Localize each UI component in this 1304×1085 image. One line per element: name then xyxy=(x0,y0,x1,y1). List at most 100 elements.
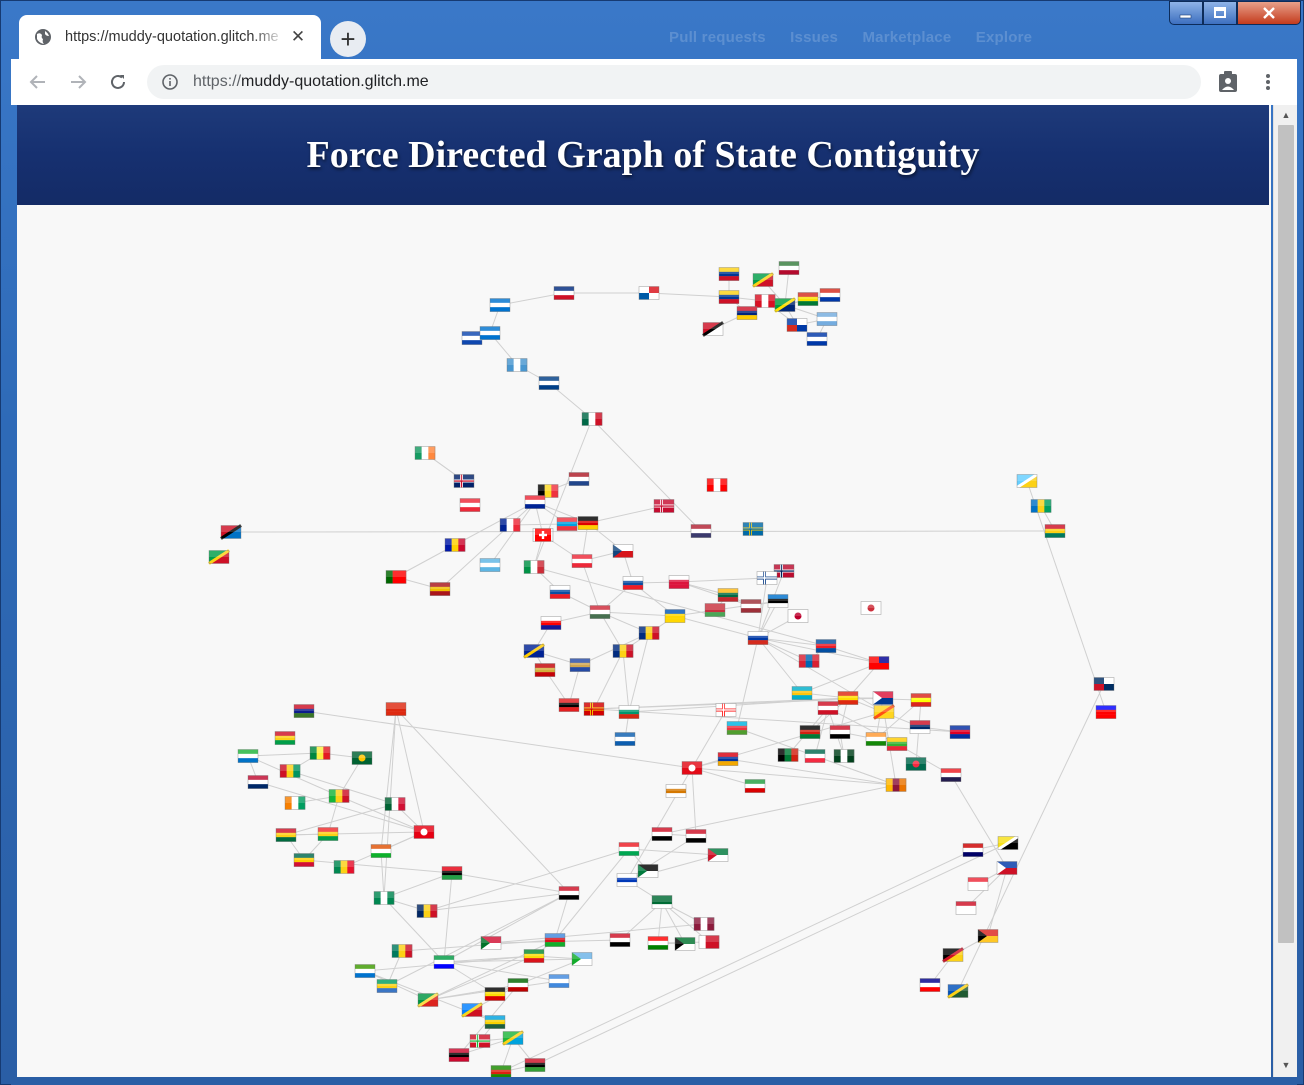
flag-node[interactable] xyxy=(977,929,999,943)
flag-node[interactable] xyxy=(532,528,554,542)
flag-node[interactable] xyxy=(429,582,451,596)
flag-node[interactable] xyxy=(886,737,908,751)
flag-node[interactable] xyxy=(208,549,230,565)
flag-node[interactable] xyxy=(507,978,529,992)
flag-node[interactable] xyxy=(524,1058,546,1072)
new-tab-button[interactable]: + xyxy=(330,21,366,57)
flag-node[interactable] xyxy=(461,331,483,345)
flag-node[interactable] xyxy=(571,554,593,568)
flag-node[interactable] xyxy=(674,937,696,951)
flag-node[interactable] xyxy=(744,779,766,793)
flag-node[interactable] xyxy=(815,639,837,653)
flag-node[interactable] xyxy=(797,292,819,306)
flag-node[interactable] xyxy=(499,518,521,532)
flag-node[interactable] xyxy=(829,725,851,739)
flag-node[interactable] xyxy=(955,901,977,915)
flag-node[interactable] xyxy=(949,725,971,739)
flag-node[interactable] xyxy=(618,842,640,856)
flag-node[interactable] xyxy=(786,318,808,332)
flag-node[interactable] xyxy=(647,936,669,950)
flag-node[interactable] xyxy=(787,609,809,623)
flag-node[interactable] xyxy=(577,516,599,530)
flag-node[interactable] xyxy=(612,644,634,658)
flag-node[interactable] xyxy=(385,570,407,584)
back-button[interactable] xyxy=(27,71,49,93)
scroll-thumb[interactable] xyxy=(1278,125,1294,943)
flag-node[interactable] xyxy=(616,873,638,887)
flag-node[interactable] xyxy=(384,797,406,811)
flag-node[interactable] xyxy=(837,691,859,705)
flag-node[interactable] xyxy=(534,663,556,677)
flag-node[interactable] xyxy=(385,702,407,716)
flag-node[interactable] xyxy=(571,952,593,966)
flag-node[interactable] xyxy=(706,478,728,492)
flag-node[interactable] xyxy=(220,524,242,540)
flag-node[interactable] xyxy=(799,725,821,739)
flag-node[interactable] xyxy=(637,864,659,878)
address-bar[interactable]: https://muddy-quotation.glitch.me xyxy=(147,65,1201,99)
force-graph[interactable] xyxy=(17,105,1271,1077)
flag-node[interactable] xyxy=(614,732,636,746)
flag-node[interactable] xyxy=(609,933,631,947)
flag-node[interactable] xyxy=(558,698,580,712)
flag-node[interactable] xyxy=(237,749,259,763)
close-tab-icon[interactable]: ✕ xyxy=(289,27,307,47)
flag-node[interactable] xyxy=(524,495,546,509)
flag-node[interactable] xyxy=(484,987,506,1001)
flag-node[interactable] xyxy=(479,326,501,340)
flag-node[interactable] xyxy=(817,701,839,715)
flag-node[interactable] xyxy=(284,796,306,810)
flag-node[interactable] xyxy=(279,764,301,778)
flag-node[interactable] xyxy=(274,731,296,745)
flag-node[interactable] xyxy=(754,294,776,308)
flag-node[interactable] xyxy=(638,626,660,640)
flag-node[interactable] xyxy=(523,560,545,574)
flag-node[interactable] xyxy=(798,654,820,668)
flag-node[interactable] xyxy=(1016,473,1038,489)
flag-node[interactable] xyxy=(704,603,726,617)
flag-node[interactable] xyxy=(885,778,907,792)
flag-node[interactable] xyxy=(558,886,580,900)
flag-node[interactable] xyxy=(484,1015,506,1029)
flag-node[interactable] xyxy=(489,298,511,312)
flag-node[interactable] xyxy=(756,571,778,585)
flag-node[interactable] xyxy=(459,498,481,512)
flag-node[interactable] xyxy=(717,752,739,766)
flag-node[interactable] xyxy=(717,588,739,602)
flag-node[interactable] xyxy=(681,761,703,775)
flag-node[interactable] xyxy=(453,474,475,488)
browser-tab-active[interactable]: https://muddy-quotation.glitch.me ✕ xyxy=(19,15,321,59)
flag-node[interactable] xyxy=(461,1002,483,1018)
flag-node[interactable] xyxy=(707,848,729,862)
flag-node[interactable] xyxy=(909,720,931,734)
flag-node[interactable] xyxy=(309,746,331,760)
scroll-down-icon[interactable]: ▼ xyxy=(1274,1057,1298,1073)
flag-node[interactable] xyxy=(618,705,640,719)
flag-node[interactable] xyxy=(919,978,941,992)
flag-node[interactable] xyxy=(441,866,463,880)
flag-node[interactable] xyxy=(860,601,882,615)
flag-node[interactable] xyxy=(996,861,1018,875)
flag-node[interactable] xyxy=(549,585,571,599)
flag-node[interactable] xyxy=(444,538,466,552)
flag-node[interactable] xyxy=(247,775,269,789)
flag-node[interactable] xyxy=(293,704,315,718)
flag-node[interactable] xyxy=(622,576,644,590)
flag-node[interactable] xyxy=(778,261,800,275)
flag-node[interactable] xyxy=(791,686,813,700)
flag-node[interactable] xyxy=(553,286,575,300)
flag-node[interactable] xyxy=(653,499,675,513)
maximize-button[interactable] xyxy=(1203,1,1237,25)
flag-node[interactable] xyxy=(806,332,828,346)
flag-node[interactable] xyxy=(523,643,545,659)
flag-node[interactable] xyxy=(469,1034,491,1048)
flag-node[interactable] xyxy=(416,904,438,918)
flag-node[interactable] xyxy=(872,691,894,705)
flag-node[interactable] xyxy=(747,631,769,645)
flag-node[interactable] xyxy=(448,1048,470,1062)
profile-button[interactable] xyxy=(1217,71,1239,93)
vertical-scrollbar[interactable]: ▲ ▼ xyxy=(1273,105,1297,1077)
flag-node[interactable] xyxy=(502,1030,524,1046)
flag-node[interactable] xyxy=(868,656,890,670)
flag-node[interactable] xyxy=(354,964,376,978)
